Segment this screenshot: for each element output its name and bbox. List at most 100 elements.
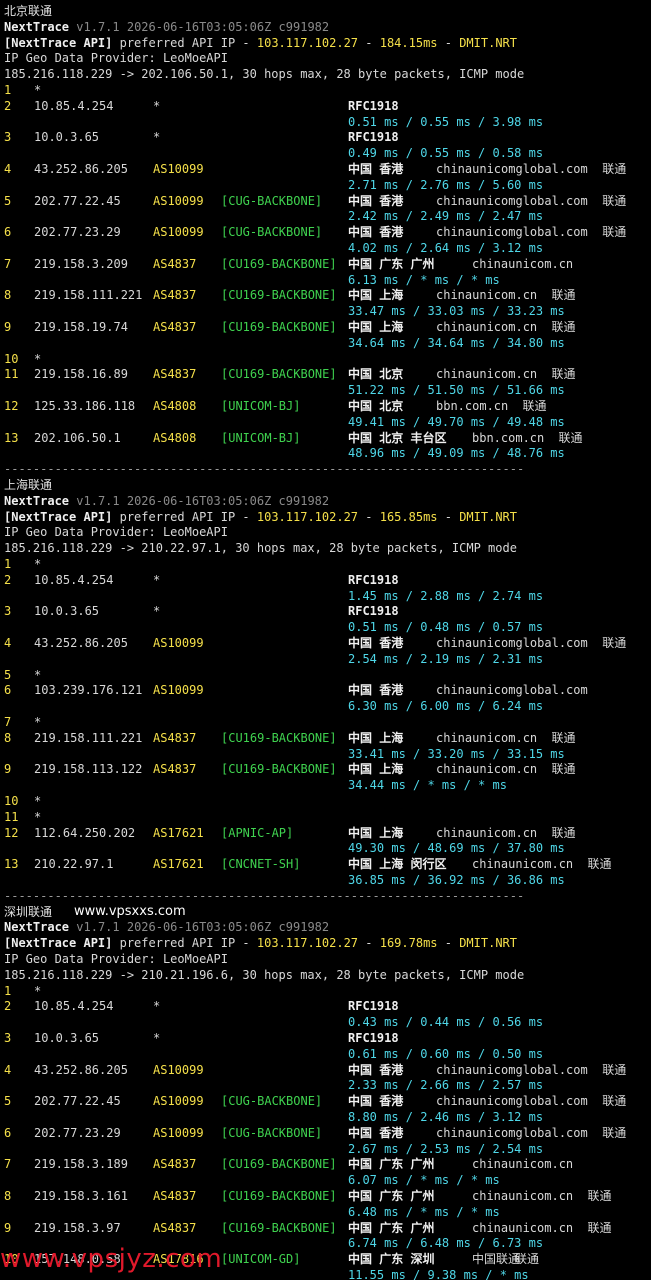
api-line: [NextTrace API] preferred API IP - 103.1… <box>4 935 517 951</box>
hop-ip: 43.252.86.205 <box>34 1062 128 1077</box>
hop-latency: 34.64 ms / 34.64 ms / 34.80 ms <box>348 335 565 350</box>
hop-number: 6 <box>4 1125 12 1140</box>
hop-geo: 中国 上海 <box>348 762 404 777</box>
hop-ip: * <box>34 983 42 998</box>
hop-tag: [APNIC-AP] <box>221 825 294 840</box>
hop-as: AS4808 <box>153 399 197 413</box>
hop-number: 2 <box>4 572 12 587</box>
hop-as: * <box>153 98 161 113</box>
section-title-text: 上海联通 <box>4 478 53 492</box>
api-latency: 165.85ms <box>379 509 438 524</box>
api-text: preferred API IP - <box>112 35 257 50</box>
hop-geo: 中国 香港 <box>348 1094 404 1109</box>
hop-number: 10 <box>4 794 19 808</box>
geo-provider-line: IP Geo Data Provider: LeoMoeAPI <box>4 50 228 66</box>
hop-isp: 联通 <box>602 636 627 650</box>
api-node: DMIT.NRT <box>459 509 517 524</box>
hop-as: * <box>153 572 161 587</box>
hop-geo: 中国 北京 丰台区 <box>348 430 447 445</box>
hop-latency: 0.51 ms / 0.48 ms / 0.57 ms <box>348 620 544 635</box>
hop-number: 11 <box>4 809 19 824</box>
hop-geo: 中国 上海 <box>348 730 404 745</box>
hop-tag: [CNCNET-SH] <box>221 857 301 872</box>
api-line: [NextTrace API] preferred API IP - 103.1… <box>4 509 517 525</box>
hop-isp: 联通 <box>551 367 576 382</box>
hop-host: bbn.com.cn <box>472 430 545 445</box>
hop-tag: [UNICOM-BJ] <box>221 430 301 445</box>
hop-host: 中国联通 <box>472 1252 521 1267</box>
hop-as: AS4837 <box>153 288 197 303</box>
hop-tag: [CU169-BACKBONE] <box>221 1157 337 1172</box>
hop-tag: [UNICOM-BJ] <box>221 399 301 413</box>
api-node: DMIT.NRT <box>459 35 517 50</box>
hop-ip: 219.158.19.74 <box>34 320 128 334</box>
trace-text: 185.216.118.229 -> 210.21.196.6, 30 hops… <box>4 967 525 982</box>
hop-ip: 219.158.16.89 <box>34 367 128 382</box>
hop-ip: 125.33.186.118 <box>34 399 136 413</box>
hop-host: chinaunicom.cn <box>436 762 538 777</box>
hop-latency: 1.45 ms / 2.88 ms / 2.74 ms <box>348 588 544 603</box>
hop-isp: 联通 <box>551 730 576 745</box>
hop-geo: 中国 北京 <box>348 367 404 382</box>
separator-text: ----------------------------------------… <box>4 462 525 477</box>
hop-tag: [CUG-BACKBONE] <box>221 1125 323 1140</box>
hop-isp: 联通 <box>515 1252 540 1267</box>
hop-number: 8 <box>4 1189 12 1203</box>
api-ip: 103.117.102.27 <box>256 936 359 951</box>
hop-ip: 202.77.23.29 <box>34 1125 121 1140</box>
hop-isp: 联通 <box>602 193 627 208</box>
trace-line: 185.216.118.229 -> 202.106.50.1, 30 hops… <box>4 66 524 82</box>
version-line: NextTrace v1.7.1 2026-06-16T03:05:06Z c9… <box>4 493 329 509</box>
hop-geo: 中国 广东 广州 <box>348 256 435 271</box>
terminal-output: 北京联通 NextTrace v1.7.1 2026-06-16T03:05:06… <box>0 0 651 1280</box>
hop-host: chinaunicom.cn <box>472 1220 574 1235</box>
hop-latency: 11.55 ms / 9.38 ms / * ms <box>348 1268 529 1280</box>
tool-name: NextTrace <box>4 19 70 34</box>
hop-host: chinaunicomglobal.com <box>436 1094 588 1109</box>
hop-ip: 10.0.3.65 <box>34 130 100 145</box>
hop-as: AS4837 <box>153 1157 197 1172</box>
hop-ip: 112.64.250.202 <box>34 825 136 840</box>
hop-geo: 中国 上海 <box>348 288 404 303</box>
hop-isp: 联通 <box>587 857 612 872</box>
hop-ip: 202.77.22.45 <box>34 193 121 208</box>
hop-isp: 联通 <box>522 399 547 413</box>
hop-latency: 0.51 ms / 0.55 ms / 3.98 ms <box>348 114 544 129</box>
hop-ip: * <box>34 351 42 366</box>
hop-ip: 10.0.3.65 <box>34 604 100 619</box>
hop-tag: [CU169-BACKBONE] <box>221 730 337 745</box>
hop-ip: 10.85.4.254 <box>34 572 114 587</box>
section-title: 上海联通 <box>4 477 52 493</box>
api-line: [NextTrace API] preferred API IP - 103.1… <box>4 35 517 51</box>
hop-ip: * <box>34 715 42 729</box>
hop-ip: 103.239.176.121 <box>34 683 143 698</box>
hop-geo: 中国 香港 <box>348 636 404 650</box>
hop-host: chinaunicomglobal.com <box>436 1062 588 1077</box>
version-line: NextTrace v1.7.1 2026-06-16T03:05:06Z c9… <box>4 919 329 935</box>
hop-tag: [CU169-BACKBONE] <box>221 1189 337 1203</box>
tool-name: NextTrace <box>4 493 70 508</box>
hop-number: 5 <box>4 193 12 208</box>
api-dash2: - <box>437 35 460 50</box>
hop-number: 9 <box>4 1220 12 1235</box>
hop-isp: 联通 <box>602 1094 627 1109</box>
hop-latency: 51.22 ms / 51.50 ms / 51.66 ms <box>348 383 565 398</box>
hop-geo: 中国 香港 <box>348 225 404 240</box>
hop-tag: [CUG-BACKBONE] <box>221 193 323 208</box>
hop-geo: 中国 北京 <box>348 399 404 413</box>
hop-geo: 中国 上海 闵行区 <box>348 857 447 872</box>
hop-number: 2 <box>4 98 12 113</box>
hop-isp: 联通 <box>602 1062 627 1077</box>
hop-ip: * <box>34 794 42 808</box>
hop-latency: 49.41 ms / 49.70 ms / 49.48 ms <box>348 414 565 429</box>
hop-number: 13 <box>4 857 19 872</box>
hop-latency: 0.49 ms / 0.55 ms / 0.58 ms <box>348 146 544 161</box>
api-dash: - <box>358 35 380 50</box>
hop-number: 7 <box>4 256 12 271</box>
hop-geo: 中国 广东 广州 <box>348 1220 435 1235</box>
hop-ip: 219.158.3.209 <box>34 256 128 271</box>
hop-ip: * <box>34 809 42 824</box>
hop-geo: 中国 香港 <box>348 1062 404 1077</box>
hop-host: bbn.com.cn <box>436 399 509 413</box>
api-latency: 169.78ms <box>379 936 438 951</box>
